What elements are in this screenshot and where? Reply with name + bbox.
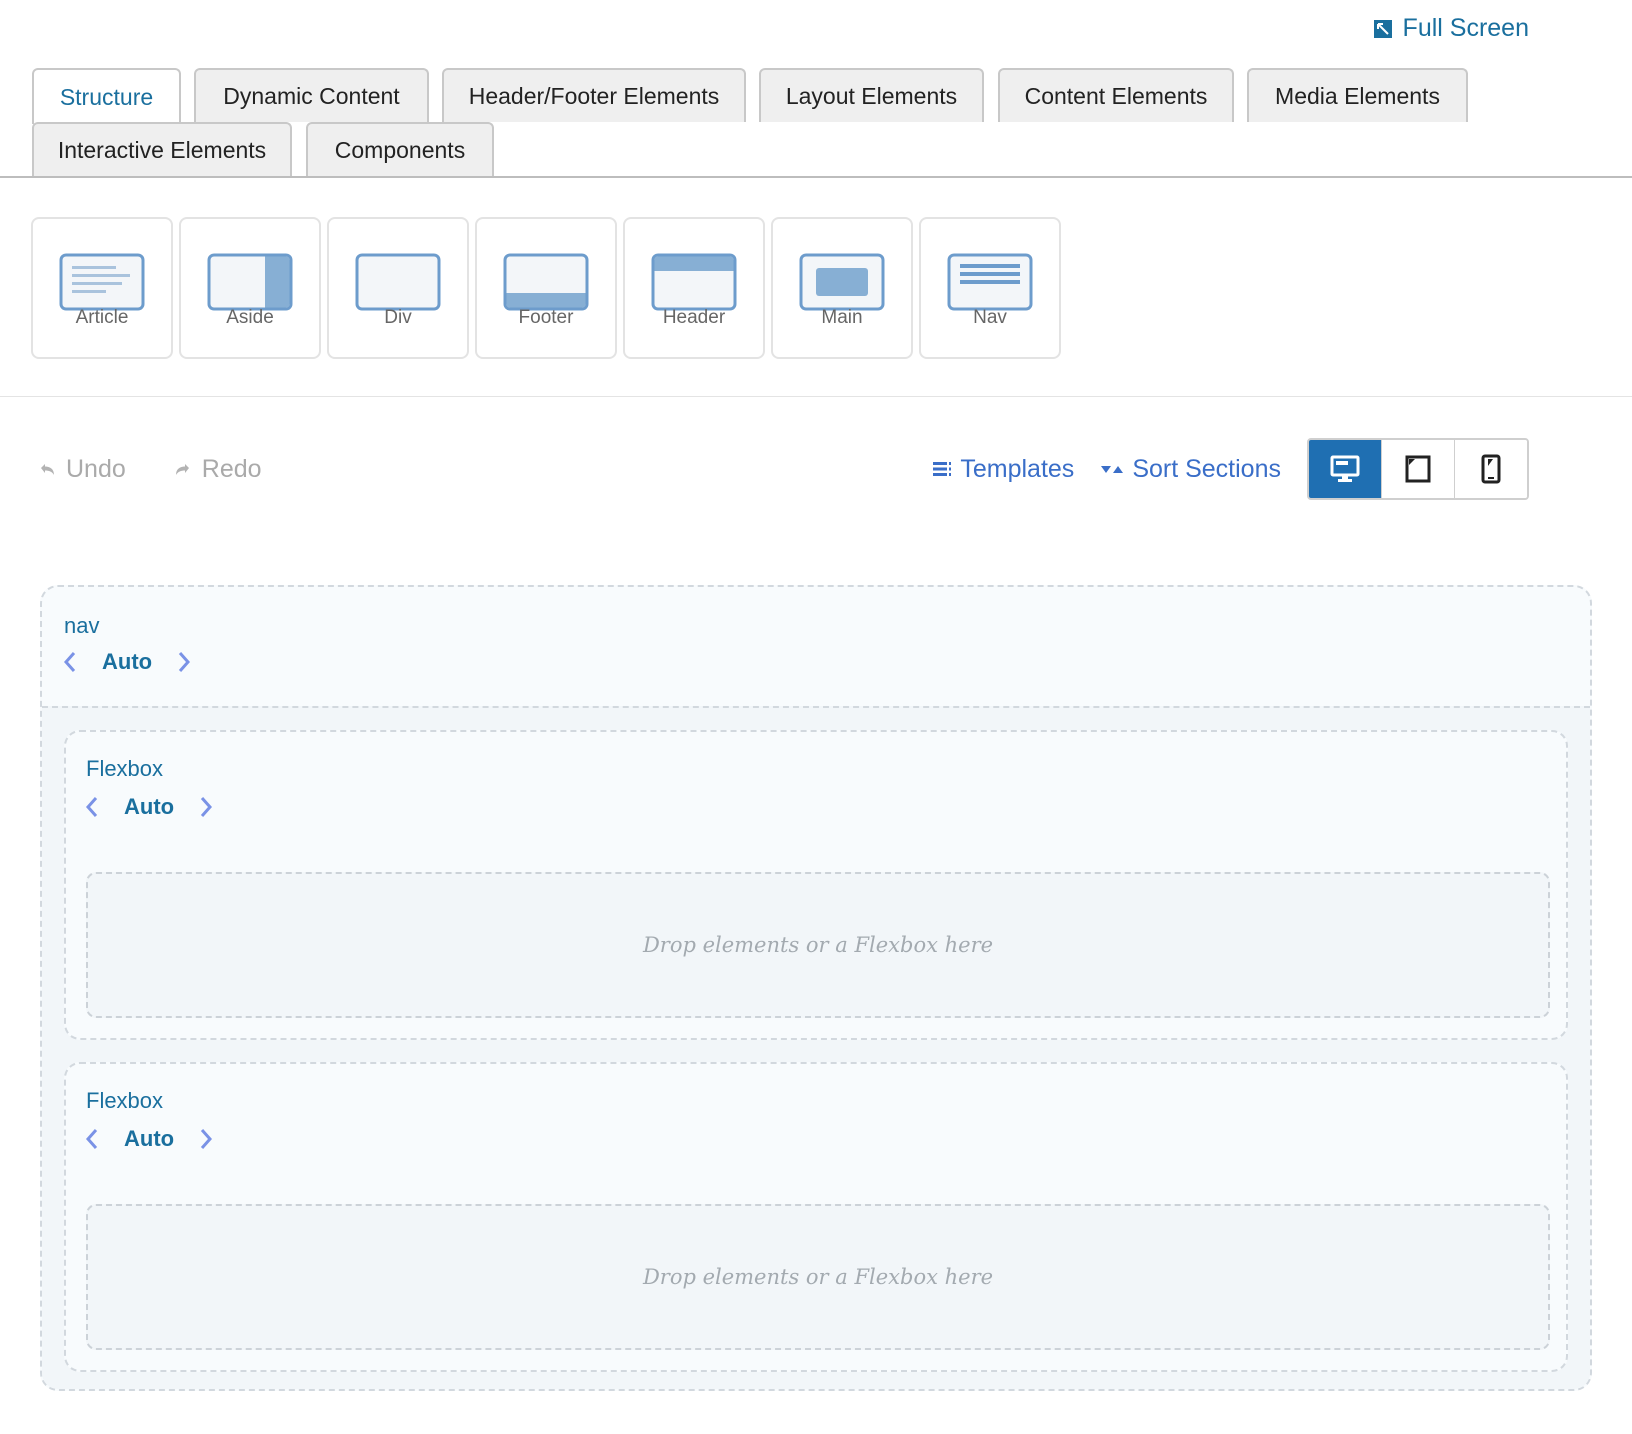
palette-item-div[interactable]: Div bbox=[327, 217, 469, 359]
sort-icon bbox=[1101, 466, 1124, 473]
flexbox-name: Flexbox bbox=[86, 1088, 164, 1113]
chevron-left-icon[interactable] bbox=[82, 795, 104, 819]
nav-icon bbox=[947, 253, 1033, 311]
fullscreen-icon bbox=[1373, 19, 1392, 38]
chevron-left-icon[interactable] bbox=[82, 1127, 104, 1151]
palette-item-nav[interactable]: Nav bbox=[919, 217, 1061, 359]
undo-icon bbox=[41, 463, 54, 475]
aside-icon bbox=[207, 253, 293, 311]
device-desktop-button[interactable] bbox=[1309, 440, 1381, 498]
width-value: Auto bbox=[102, 649, 153, 674]
undo-button[interactable]: Undo bbox=[38, 455, 126, 484]
tablet-icon bbox=[1405, 455, 1431, 483]
palette-item-article[interactable]: Article bbox=[31, 217, 173, 359]
header-icon bbox=[651, 253, 737, 311]
footer-icon bbox=[503, 253, 589, 311]
device-tablet-button[interactable] bbox=[1381, 440, 1454, 498]
main-icon bbox=[799, 253, 885, 311]
section-name: nav bbox=[64, 613, 100, 638]
palette-label: Main bbox=[821, 307, 863, 328]
tab-dynamic-content[interactable]: Dynamic Content bbox=[194, 68, 429, 122]
sort-sections-button[interactable]: Sort Sections bbox=[1100, 455, 1281, 484]
templates-button[interactable]: Templates bbox=[932, 455, 1074, 484]
chevron-right-icon[interactable] bbox=[172, 650, 194, 674]
chevron-left-icon[interactable] bbox=[60, 650, 82, 674]
undo-label: Undo bbox=[66, 455, 126, 483]
device-mobile-button[interactable] bbox=[1454, 440, 1527, 498]
section-nav[interactable]: nav Auto Flexbox Auto Drop elements or a… bbox=[40, 585, 1592, 1391]
dropzone-placeholder: Drop elements or a Flexbox here bbox=[642, 933, 994, 957]
palette-label: Article bbox=[75, 307, 129, 328]
sort-sections-label: Sort Sections bbox=[1132, 454, 1281, 483]
tab-layout-elements[interactable]: Layout Elements bbox=[759, 68, 984, 122]
palette-label: Header bbox=[662, 307, 726, 328]
redo-icon bbox=[175, 463, 189, 475]
div-icon bbox=[355, 253, 441, 311]
article-icon bbox=[59, 253, 145, 311]
chevron-right-icon[interactable] bbox=[194, 795, 216, 819]
palette-label: Footer bbox=[518, 307, 574, 328]
palette-label: Aside bbox=[226, 307, 274, 328]
full-screen-button[interactable]: Full Screen bbox=[1373, 14, 1529, 43]
flexbox-width-control: Auto bbox=[82, 1126, 216, 1152]
flexbox[interactable]: Flexbox Auto Drop elements or a Flexbox … bbox=[64, 730, 1568, 1040]
tab-components[interactable]: Components bbox=[306, 122, 494, 176]
tab-structure[interactable]: Structure bbox=[32, 68, 181, 124]
palette-label: Nav bbox=[973, 307, 1007, 328]
structure-palette: Article Aside Div Footer Header Main Nav bbox=[31, 217, 1061, 359]
templates-label: Templates bbox=[960, 454, 1075, 483]
flexbox-name: Flexbox bbox=[86, 756, 164, 781]
section-width-control: Auto bbox=[60, 649, 194, 675]
section-content-area: Flexbox Auto Drop elements or a Flexbox … bbox=[42, 706, 1590, 1389]
width-value: Auto bbox=[124, 794, 175, 819]
dropzone-placeholder: Drop elements or a Flexbox here bbox=[642, 1265, 994, 1289]
tab-header-footer-elements[interactable]: Header/Footer Elements bbox=[442, 68, 746, 122]
flexbox-width-control: Auto bbox=[82, 794, 216, 820]
redo-button[interactable]: Redo bbox=[174, 455, 262, 484]
palette-label: Div bbox=[384, 307, 412, 328]
width-value: Auto bbox=[124, 1126, 175, 1151]
tabs-divider bbox=[0, 176, 1632, 178]
palette-item-footer[interactable]: Footer bbox=[475, 217, 617, 359]
palette-item-main[interactable]: Main bbox=[771, 217, 913, 359]
tab-content-elements[interactable]: Content Elements bbox=[998, 68, 1234, 122]
mobile-icon bbox=[1481, 454, 1501, 484]
palette-divider bbox=[0, 396, 1632, 397]
palette-item-header[interactable]: Header bbox=[623, 217, 765, 359]
canvas-toolbar: Templates Sort Sections bbox=[932, 438, 1529, 500]
palette-item-aside[interactable]: Aside bbox=[179, 217, 321, 359]
flexbox[interactable]: Flexbox Auto Drop elements or a Flexbox … bbox=[64, 1062, 1568, 1372]
redo-label: Redo bbox=[201, 455, 262, 483]
device-switcher bbox=[1307, 438, 1529, 500]
templates-icon bbox=[933, 462, 952, 476]
flexbox-dropzone[interactable]: Drop elements or a Flexbox here bbox=[86, 872, 1550, 1018]
desktop-icon bbox=[1330, 455, 1360, 482]
history-toolbar: Undo Redo bbox=[38, 455, 262, 484]
chevron-right-icon[interactable] bbox=[194, 1127, 216, 1151]
tab-interactive-elements[interactable]: Interactive Elements bbox=[32, 122, 292, 176]
tab-media-elements[interactable]: Media Elements bbox=[1247, 68, 1468, 122]
full-screen-label: Full Screen bbox=[1402, 14, 1529, 42]
flexbox-dropzone[interactable]: Drop elements or a Flexbox here bbox=[86, 1204, 1550, 1350]
